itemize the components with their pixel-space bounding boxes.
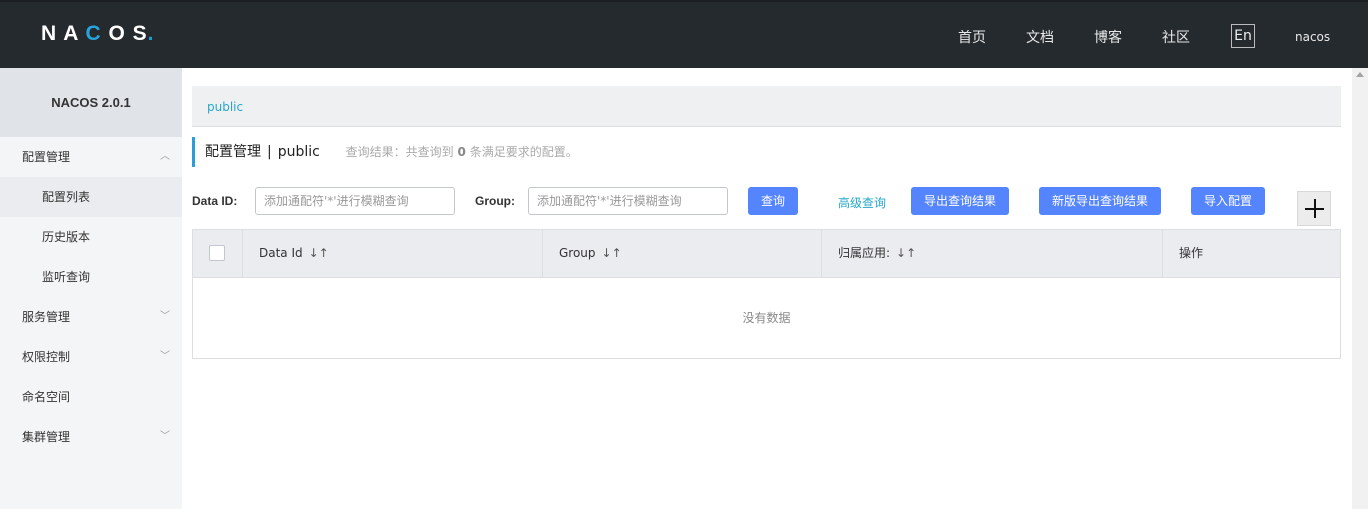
query-button[interactable]: 查询 <box>748 187 798 215</box>
top-navbar: N A C O S. 首页 文档 博客 社区 En nacos <box>0 0 1368 68</box>
chevron-down-icon: ﹀ <box>160 311 170 322</box>
sidebar-item-label: 命名空间 <box>22 390 71 404</box>
chevron-up-icon: ︿ <box>160 151 170 162</box>
column-header-group[interactable]: Group ↓↑ <box>543 230 822 277</box>
select-all-cell <box>193 230 243 277</box>
sidebar: NACOS 2.0.1 配置管理 ︿ 配置列表 历史版本 监听查询 服务管理 ﹀… <box>0 68 182 509</box>
vertical-scrollbar[interactable] <box>1352 68 1368 509</box>
sidebar-item-history[interactable]: 历史版本 <box>0 217 182 257</box>
sidebar-item-access-control[interactable]: 权限控制 ﹀ <box>0 337 182 377</box>
column-header-dataid[interactable]: Data Id ↓↑ <box>243 230 543 277</box>
new-export-results-button[interactable]: 新版导出查询结果 <box>1039 187 1161 215</box>
table-empty-message: 没有数据 <box>742 311 791 325</box>
group-label: Group: <box>475 194 515 208</box>
nav-docs-link[interactable]: 文档 <box>1026 27 1054 47</box>
add-config-button[interactable] <box>1297 191 1331 226</box>
sidebar-item-listener-query[interactable]: 监听查询 <box>0 257 182 297</box>
select-all-checkbox[interactable] <box>209 245 225 261</box>
sidebar-item-label: 服务管理 <box>22 310 71 324</box>
nacos-logo[interactable]: N A C O S. <box>41 22 154 46</box>
advanced-query-link[interactable]: 高级查询 <box>838 194 886 211</box>
namespace-bar: public <box>192 86 1341 127</box>
sidebar-item-config-list[interactable]: 配置列表 <box>0 177 182 217</box>
import-config-button[interactable]: 导入配置 <box>1191 187 1265 215</box>
sort-icon[interactable]: ↓↑ <box>309 246 329 260</box>
dataid-label: Data ID: <box>192 194 238 208</box>
sidebar-item-label: 配置管理 <box>22 150 71 164</box>
sidebar-item-service-management[interactable]: 服务管理 ﹀ <box>0 297 182 337</box>
chevron-down-icon: ﹀ <box>160 351 170 362</box>
namespace-public-link[interactable]: public <box>207 100 243 114</box>
table-header: Data Id ↓↑ Group ↓↑ 归属应用: ↓↑ 操作 <box>193 230 1340 278</box>
group-search-input[interactable] <box>528 187 728 215</box>
language-switch-button[interactable]: En <box>1231 24 1255 48</box>
config-table: Data Id ↓↑ Group ↓↑ 归属应用: ↓↑ 操作 没有数据 <box>192 229 1341 359</box>
query-result-summary: 查询结果：共查询到 0 条满足要求的配置。 <box>345 145 578 159</box>
column-header-actions: 操作 <box>1179 246 1204 260</box>
nav-community-link[interactable]: 社区 <box>1162 27 1190 47</box>
page-title-text: 配置管理 <box>205 144 261 160</box>
sidebar-item-label: 监听查询 <box>42 270 91 284</box>
sidebar-item-label: 权限控制 <box>22 350 71 364</box>
sort-icon[interactable]: ↓↑ <box>896 246 916 260</box>
dataid-search-input[interactable] <box>255 187 455 215</box>
sidebar-item-config-management[interactable]: 配置管理 ︿ <box>0 137 182 177</box>
version-label: NACOS 2.0.1 <box>0 68 182 137</box>
sidebar-item-cluster-management[interactable]: 集群管理 ﹀ <box>0 417 182 457</box>
sidebar-item-label: 历史版本 <box>42 230 91 244</box>
sidebar-item-label: 配置列表 <box>42 190 91 204</box>
export-results-button[interactable]: 导出查询结果 <box>911 187 1009 215</box>
title-separator: | <box>267 144 272 160</box>
scroll-up-arrow-icon[interactable] <box>1356 72 1364 77</box>
sort-icon[interactable]: ↓↑ <box>602 246 622 260</box>
column-header-app[interactable]: 归属应用: ↓↑ <box>822 230 1163 277</box>
page-title: 配置管理 | public 查询结果：共查询到 0 条满足要求的配置。 <box>192 137 578 167</box>
sidebar-item-namespace[interactable]: 命名空间 <box>0 377 182 417</box>
namespace-name: public <box>277 144 320 160</box>
chevron-down-icon: ﹀ <box>160 431 170 442</box>
nav-blog-link[interactable]: 博客 <box>1094 27 1122 47</box>
nav-home-link[interactable]: 首页 <box>958 27 986 47</box>
result-count: 0 <box>457 145 466 159</box>
user-menu[interactable]: nacos <box>1295 30 1330 44</box>
sidebar-item-label: 集群管理 <box>22 430 71 444</box>
